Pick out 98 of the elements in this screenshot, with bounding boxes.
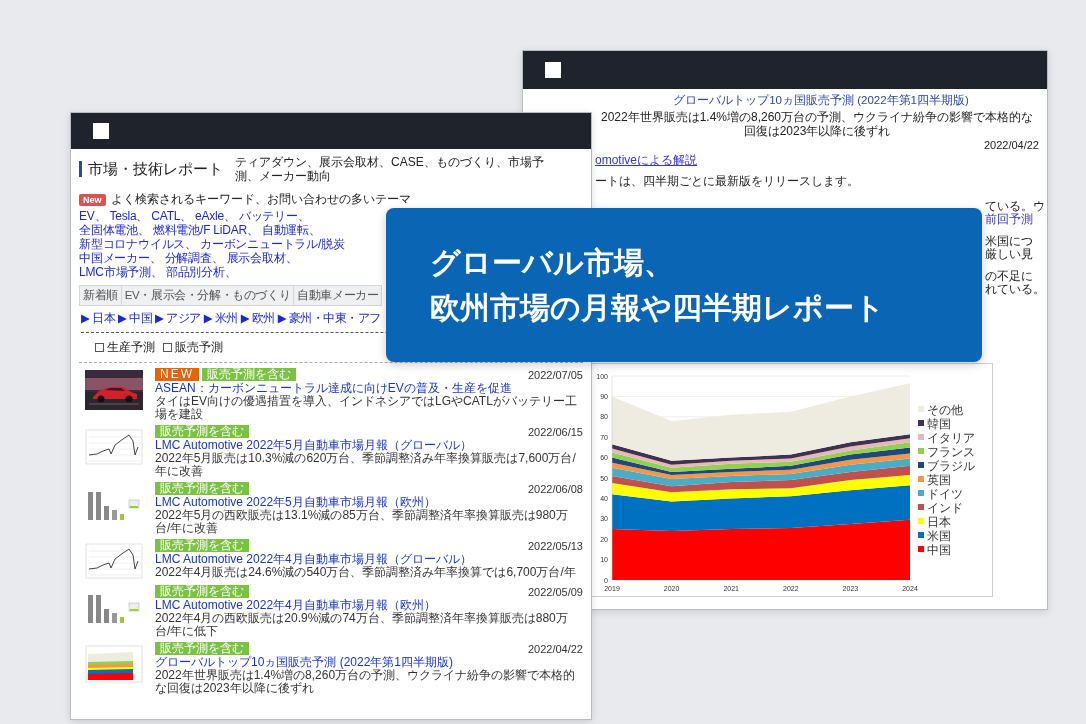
line-chart-drawing xyxy=(85,541,143,581)
banner-headline: グローバル市場、 xyxy=(430,245,674,281)
keyword-link[interactable]: 新型コロナウイルス、 xyxy=(79,237,197,251)
keyword-link[interactable]: 燃料電池/F xyxy=(152,223,211,237)
keyword-link[interactable]: 分解調査、 xyxy=(164,251,224,265)
article-date: 2022/05/13 xyxy=(527,539,583,552)
paragraph-text: ている。ウ xyxy=(985,200,1046,213)
paragraph-text: の不足に xyxy=(985,270,1034,283)
forecast-tag: 販売予測を含む xyxy=(155,539,249,552)
keyword-link[interactable]: 自動運転、 xyxy=(261,223,321,237)
report-subtitle: 2022年世界販売は1.4%増の8,260万台の予測、ウクライナ紛争の影響で本格的な回復は2023年以降に後ずれ xyxy=(599,110,1035,138)
paragraph-text: 厳しい見 xyxy=(985,248,1034,261)
report-date: 2022/04/22 xyxy=(983,139,1039,151)
legend-label: ドイツ xyxy=(927,488,963,500)
keyword-link[interactable]: 全固体電池、 xyxy=(79,223,150,237)
legend-item: ブラジル xyxy=(918,460,975,472)
checkbox-label: 販売予測 xyxy=(175,339,223,356)
checkbox[interactable] xyxy=(163,343,172,352)
article-summary: 2022年世界販売は1.4%増の8,260万台の予測、ウクライナ紛争の影響で本格的な回復は2023年以降に後ずれ xyxy=(155,669,577,695)
forecast-tag: 販売予測を含む xyxy=(155,642,249,655)
legend-label: 英国 xyxy=(927,474,951,486)
legend-item: 米国 xyxy=(918,530,951,542)
paragraph-text: ートは、四半期ごとに最新版をリリースします。 xyxy=(595,173,859,190)
region-link[interactable]: ▶ 米州 xyxy=(203,311,238,326)
region-link[interactable]: ▶ 豪州・中東・アフ xyxy=(277,311,381,326)
forecast-tag: 販売予測を含む xyxy=(155,585,249,598)
page-title: 市場・技術レポート xyxy=(79,161,223,177)
report-title: グローバルトップ10ヵ国販売予測 (2022年第1四半期版) xyxy=(673,93,969,108)
legend-item: 中国 xyxy=(918,544,951,556)
legend-item: 日本 xyxy=(918,516,951,528)
article-date: 2022/07/05 xyxy=(527,368,583,381)
forecast-tag: 販売予測を含む xyxy=(202,368,296,381)
keyword-link[interactable]: Tesla、 xyxy=(109,209,149,223)
region-link[interactable]: ▶ 中国 xyxy=(118,311,153,326)
keyword-link[interactable]: LiDAR、 xyxy=(213,223,259,237)
new-tag: NEW xyxy=(155,368,199,381)
article-title-link[interactable]: LMC Automotive 2022年5月自動車市場月報（欧州） xyxy=(155,495,583,509)
banner-headline: 欧州市場の月報や四半期レポート xyxy=(430,290,885,326)
area-chart-drawing xyxy=(85,644,143,684)
report-link[interactable]: omotiveによる解説 xyxy=(595,152,698,169)
keyword-link[interactable]: LMC市場予測、 xyxy=(79,265,163,279)
legend-item: イタリア xyxy=(918,432,975,444)
article-date: 2022/04/22 xyxy=(527,642,583,655)
legend-item: フランス xyxy=(918,446,975,458)
region-link[interactable]: ▶ アジア xyxy=(155,311,201,326)
legend-label: イタリア xyxy=(927,432,975,444)
square-icon xyxy=(93,123,109,139)
forecast-tag: 販売予測を含む xyxy=(155,482,249,495)
legend-label: その他 xyxy=(927,404,963,417)
region-link[interactable]: ▶ 日本 xyxy=(81,311,116,326)
keyword-link[interactable]: バッテリー、 xyxy=(238,209,310,223)
forecast-tag: 販売予測を含む xyxy=(155,425,249,438)
topics-text: ティアダウン、展示会取材、CASE、ものづくり、市場予測、メーカー動向 xyxy=(235,155,545,183)
article-summary: タイはEV向けの優遇措置を導入、インドネシアではLGやCATLがバッテリー工場を建設 xyxy=(155,395,578,421)
legend-label: ブラジル xyxy=(927,459,975,472)
text-link[interactable]: 前回予測 xyxy=(985,213,1047,226)
keyword-link[interactable]: eAxle、 xyxy=(195,209,236,223)
article-date: 2022/05/09 xyxy=(527,585,583,598)
legend-label: 米国 xyxy=(927,530,951,542)
article-date: 2022/06/15 xyxy=(527,425,583,438)
legend-label: 日本 xyxy=(927,516,951,528)
keywords-heading: よく検索されるキーワード、お問い合わせの多いテーマ xyxy=(110,191,411,208)
legend-label: フランス xyxy=(927,446,975,458)
legend-label: 中国 xyxy=(927,544,951,556)
keyword-link[interactable]: 展示会取材、 xyxy=(226,251,298,265)
paragraph-text: れている。 xyxy=(985,283,1046,296)
tab[interactable]: 新着順 xyxy=(79,285,122,306)
keyword-link[interactable]: カーボンニュートラル/脱炭 xyxy=(200,237,345,251)
legend-item: 英国 xyxy=(918,474,951,486)
article-summary: 2022年5月の西欧販売は13.1%減の85万台、季節調整済年率換算販売は980万台/年に改善 xyxy=(155,509,569,535)
keyword-link[interactable]: EV、 xyxy=(79,209,107,223)
tab[interactable]: 自動車メーカー xyxy=(293,285,383,306)
article-title-link[interactable]: グローバルトップ10ヵ国販売予測 (2022年第1四半期版) xyxy=(155,655,583,669)
region-link[interactable]: ▶ 欧州 xyxy=(240,311,275,326)
legend-label: 韓国 xyxy=(927,418,951,430)
new-badge: New xyxy=(79,193,106,206)
article-summary: 2022年4月の西欧販売は20.9%減の74万台、季節調整済年率換算販売は880万台/年に低下 xyxy=(155,612,569,638)
keyword-link[interactable]: CATL、 xyxy=(151,209,193,223)
legend-item: その他 xyxy=(918,404,963,416)
checkbox[interactable] xyxy=(95,343,104,352)
square-icon xyxy=(545,62,561,78)
legend-item: 韓国 xyxy=(918,418,951,430)
keyword-link[interactable]: 部品別分析、 xyxy=(165,265,237,279)
article-summary: 2022年4月販売は24.6%減の540万台、季節調整済み年率換算では6,700万台/年 xyxy=(155,566,577,579)
article-title-link[interactable]: LMC Automotive 2022年4月自動車市場月報（グローバル） xyxy=(155,552,583,566)
article-title-link[interactable]: ASEAN：カーボンニュートラル達成に向けEVの普及・生産を促進 xyxy=(155,381,583,395)
checkbox-label: 生産予測 xyxy=(107,339,155,356)
article-title-link[interactable]: LMC Automotive 2022年4月自動車市場月報（欧州） xyxy=(155,598,583,612)
article-title-link[interactable]: LMC Automotive 2022年5月自動車市場月報（グローバル） xyxy=(155,438,583,452)
article-date: 2022/06/08 xyxy=(527,482,583,495)
paragraph-text: 米国につ xyxy=(985,235,1034,248)
keyword-link[interactable]: 中国メーカー、 xyxy=(79,251,162,265)
tab[interactable]: EV・展示会・分解・ものづくり xyxy=(120,285,295,306)
legend-item: インド xyxy=(918,502,963,514)
line-chart-drawing xyxy=(85,427,143,467)
legend-label: インド xyxy=(927,502,963,514)
legend-item: ドイツ xyxy=(918,488,963,500)
article-summary: 2022年5月販売は10.3%減の620万台、季節調整済み年率換算販売は7,600万台/年に改善 xyxy=(155,452,577,478)
